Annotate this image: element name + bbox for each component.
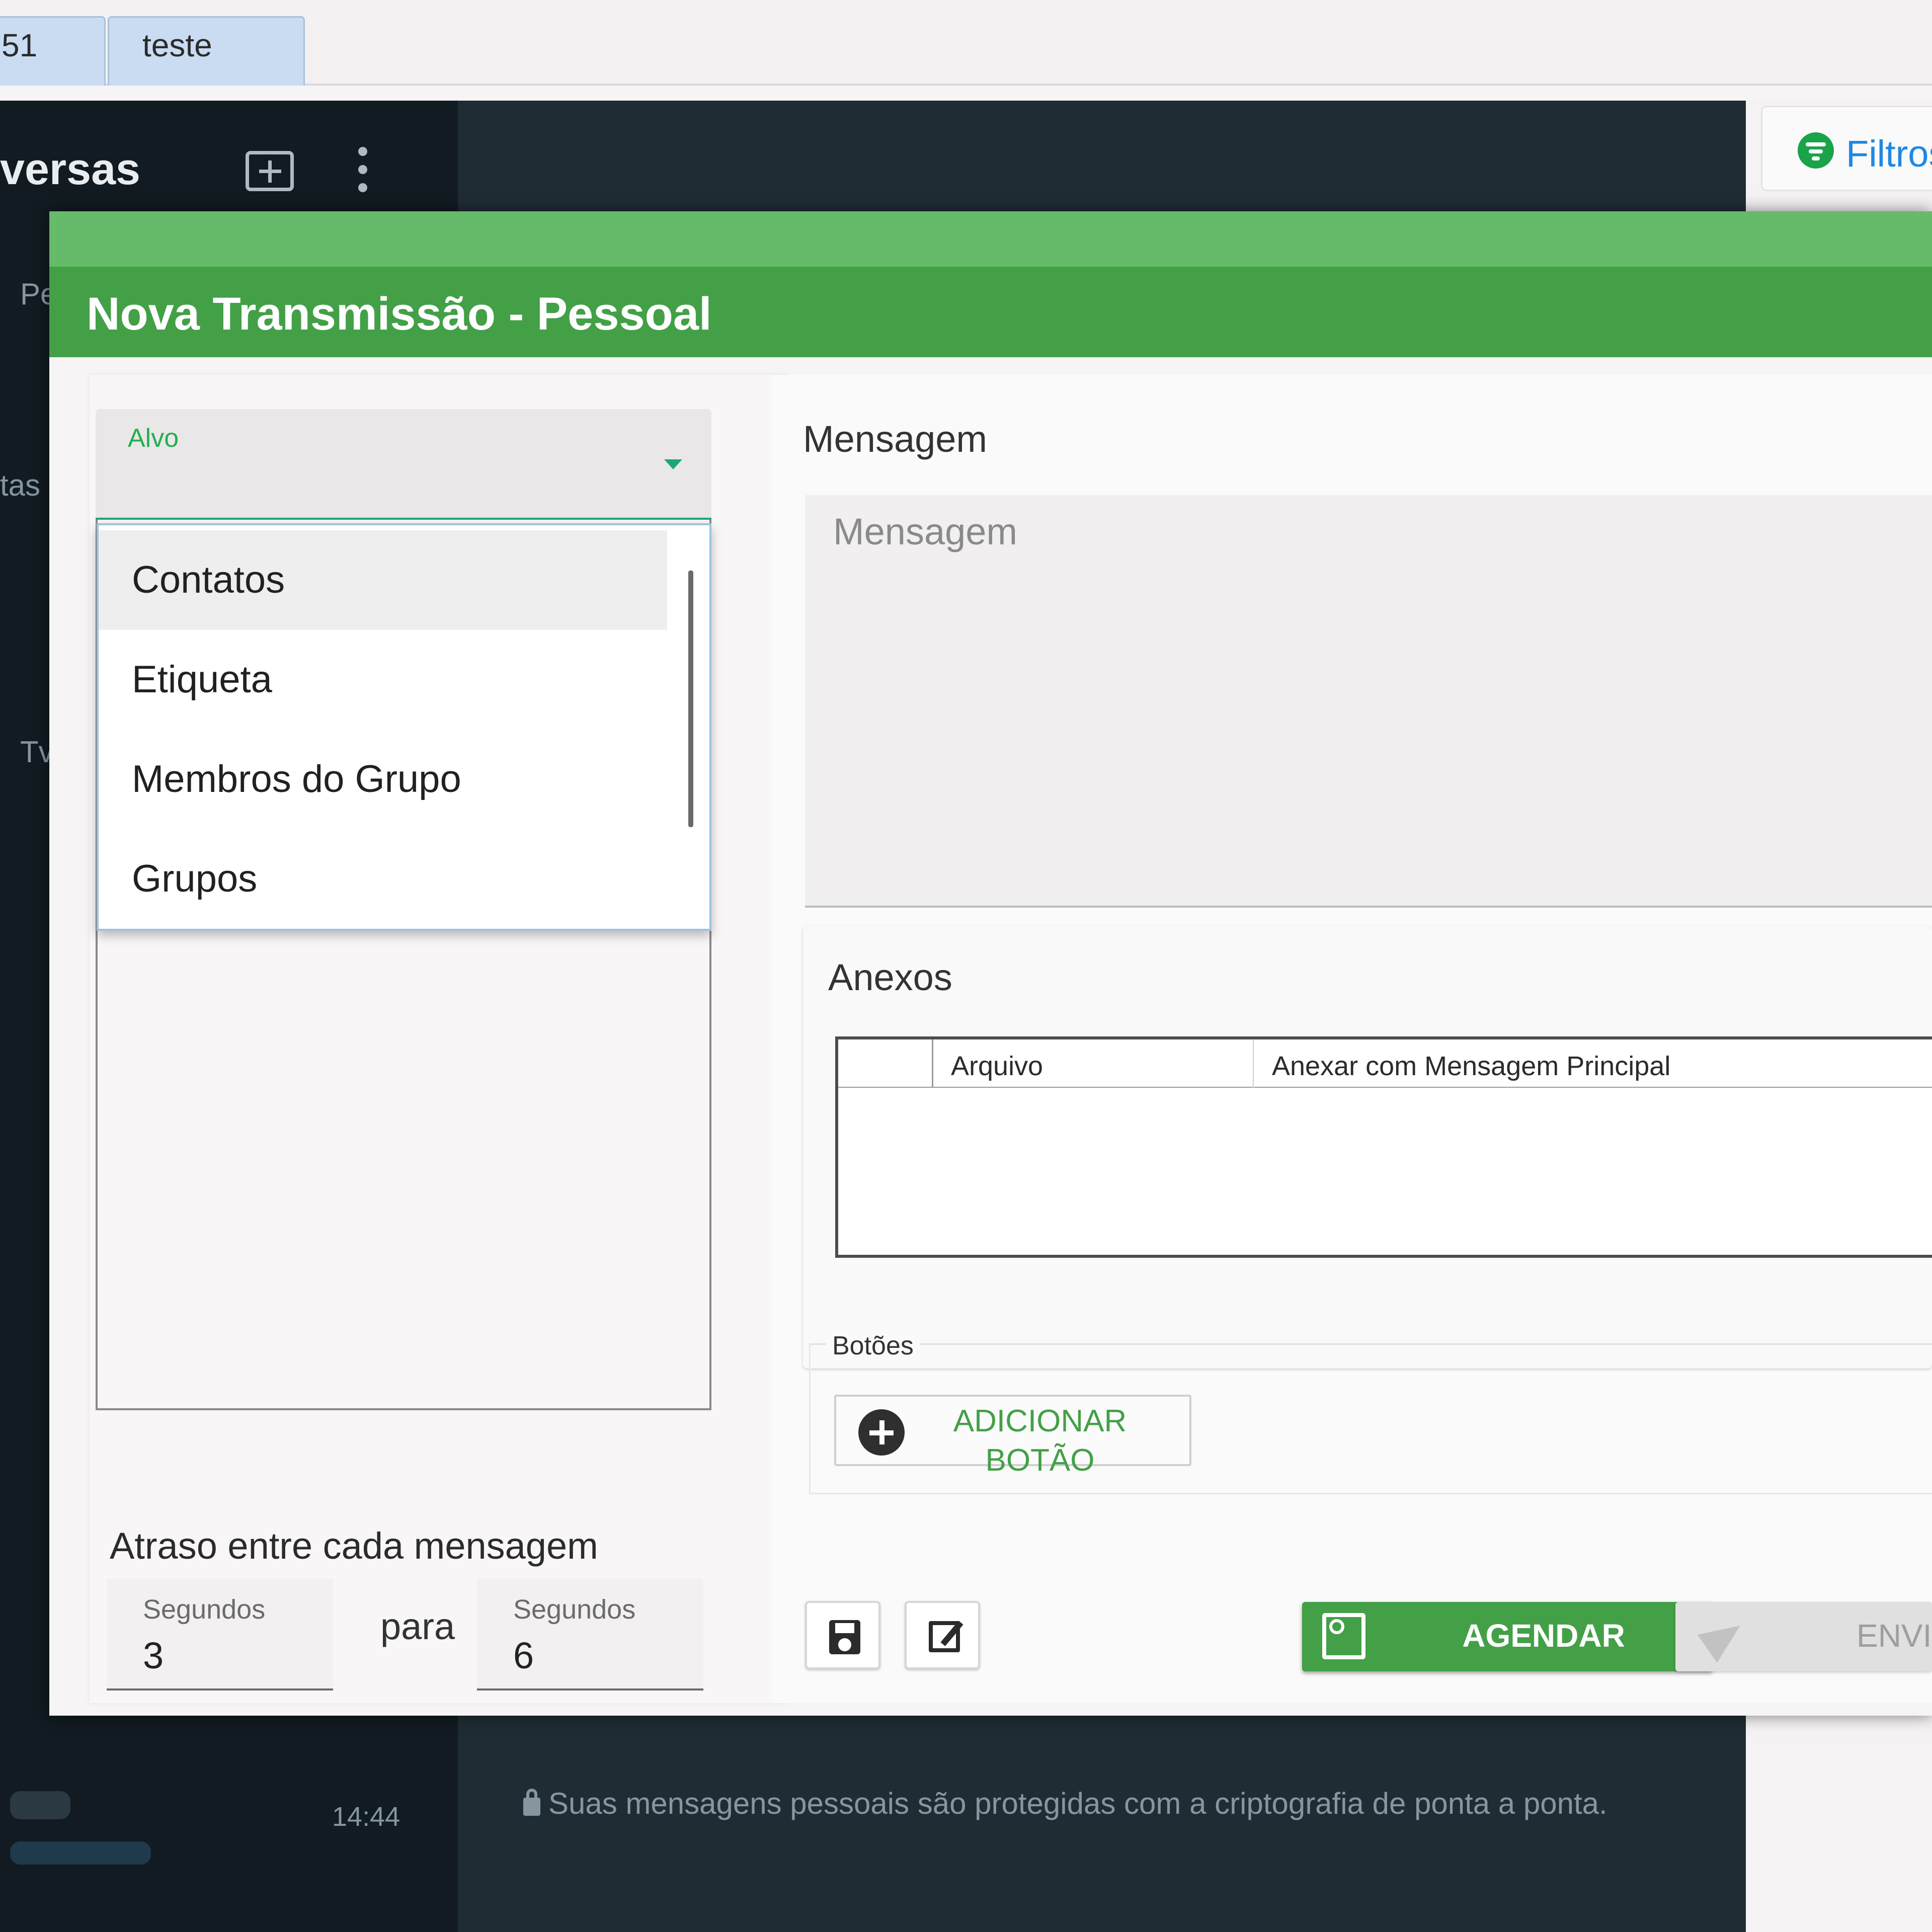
dropdown-option-membros-do-grupo[interactable]: Membros do Grupo (99, 730, 667, 829)
target-dropdown-menu: Contatos Etiqueta Membros do Grupo Grupo… (97, 523, 711, 931)
delay-from-field[interactable]: Segundos 3 (107, 1579, 333, 1691)
attachments-section-label: Anexos (828, 956, 952, 998)
sidebar-partial-label: tas (0, 468, 41, 502)
dialog-top-bar (49, 211, 1932, 267)
buttons-legend: Botões (826, 1331, 920, 1361)
save-button[interactable] (805, 1601, 880, 1669)
broadcast-dialog: Nova Transmissão - Pessoal Alvo Contatos… (49, 211, 1932, 1716)
dropdown-option-grupos[interactable]: Grupos (99, 829, 667, 929)
send-button-label: ENVI (1857, 1618, 1932, 1654)
contact-name-blurred (10, 1791, 70, 1819)
lock-icon (523, 1789, 540, 1816)
target-select-label: Alvo (128, 424, 179, 453)
encryption-note-text: Suas mensagens pessoais são protegidas c… (548, 1787, 1607, 1820)
filter-button[interactable]: Filtros (1761, 106, 1932, 191)
browser-tab-strip: 51 teste (0, 0, 1932, 86)
dropdown-arrow-icon (664, 459, 682, 469)
attachments-table: Arquivo Anexar com Mensagem Principal (835, 1036, 1932, 1258)
target-select[interactable]: Alvo (96, 409, 711, 520)
dropdown-option-contatos[interactable]: Contatos (99, 530, 667, 630)
sidebar-partial-label: Tv (20, 735, 54, 769)
add-button-button[interactable]: ADICIONAR BOTÃO (834, 1395, 1191, 1478)
message-placeholder: Mensagem (833, 511, 1018, 552)
edit-button[interactable] (905, 1601, 980, 1669)
filter-icon (1798, 132, 1834, 169)
delay-to-value: 6 (513, 1635, 534, 1676)
delay-label: Atraso entre cada mensagem (110, 1525, 598, 1567)
column-header-arquivo[interactable]: Arquivo (951, 1051, 1043, 1082)
filter-label: Filtros (1846, 133, 1932, 175)
add-button-label: ADICIONAR BOTÃO (953, 1404, 1127, 1478)
floppy-disk-icon (829, 1620, 860, 1654)
delay-to-field[interactable]: Segundos 6 (477, 1579, 703, 1691)
sidebar-title: versas (0, 144, 140, 194)
message-section-label: Mensagem (803, 418, 988, 460)
edit-icon (929, 1621, 960, 1652)
new-chat-icon[interactable] (246, 151, 294, 191)
send-icon (1697, 1612, 1750, 1663)
message-preview-blurred (10, 1841, 151, 1865)
message-textarea[interactable]: Mensagem (805, 495, 1932, 908)
browser-tab-label: 51 (2, 27, 38, 63)
send-button[interactable]: ENVI (1675, 1602, 1932, 1671)
delay-from-unit: Segundos (143, 1594, 266, 1625)
delay-to-unit: Segundos (513, 1594, 636, 1625)
column-separator (932, 1039, 933, 1088)
column-header-anexar[interactable]: Anexar com Mensagem Principal (1272, 1051, 1670, 1082)
dialog-header: Nova Transmissão - Pessoal (49, 267, 1932, 357)
dropdown-option-etiqueta[interactable]: Etiqueta (99, 630, 667, 730)
schedule-clock-icon (1322, 1613, 1365, 1659)
delay-from-value: 3 (143, 1635, 164, 1676)
column-separator (1253, 1039, 1254, 1088)
schedule-button-label: AGENDAR (1462, 1618, 1625, 1654)
attachments-table-header: Arquivo Anexar com Mensagem Principal (838, 1039, 1932, 1088)
browser-tab[interactable]: 51 (0, 16, 106, 86)
chat-timestamp: 14:44 (332, 1802, 400, 1832)
browser-tab-label: teste (142, 27, 212, 63)
browser-tab-teste[interactable]: teste (108, 16, 305, 86)
dropdown-scrollbar[interactable] (688, 571, 693, 827)
schedule-button[interactable]: AGENDAR (1302, 1602, 1713, 1671)
menu-icon[interactable] (358, 147, 368, 192)
dialog-title: Nova Transmissão - Pessoal (87, 288, 712, 340)
plus-circle-icon (858, 1409, 905, 1456)
encryption-note: Suas mensagens pessoais são protegidas c… (523, 1786, 1607, 1821)
delay-separator: para (380, 1605, 455, 1647)
